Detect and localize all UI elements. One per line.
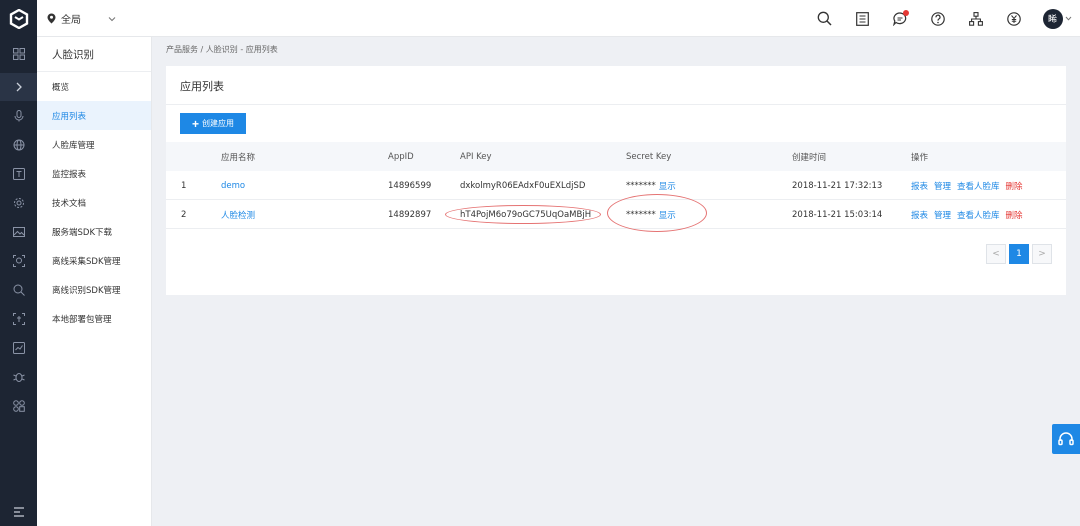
globe-icon[interactable]	[0, 131, 37, 159]
row-index: 2	[181, 209, 187, 220]
submenu-item-face-db[interactable]: 人脸库管理	[37, 130, 151, 159]
appid-value: 14896599	[388, 180, 432, 191]
gear-icon[interactable]	[0, 189, 37, 217]
headset-icon	[1058, 432, 1074, 446]
prev-page-button[interactable]: <	[986, 244, 1006, 264]
top-bar: 全局 睎	[37, 0, 1080, 37]
search-icon[interactable]	[814, 9, 834, 29]
submenu-item-local-deploy[interactable]: 本地部署包管理	[37, 304, 151, 333]
api-key-value: hT4PojM6o79oGC75UqOaMBjH	[460, 209, 592, 220]
icon-rail	[0, 0, 37, 526]
create-app-label: 创建应用	[202, 119, 234, 128]
chart-icon[interactable]	[0, 334, 37, 362]
operations-cell: 报表 管理 查看人脸库 删除	[911, 200, 1023, 229]
bug-icon[interactable]	[0, 363, 37, 391]
submenu-item-monitor-report[interactable]: 监控报表	[37, 159, 151, 188]
report-link[interactable]: 报表	[911, 180, 928, 192]
table-row: 2 人脸检测 14892897 hT4PojM6o79oGC75UqOaMBjH…	[166, 200, 1066, 229]
submenu-item-offline-capture-sdk[interactable]: 离线采集SDK管理	[37, 246, 151, 275]
app-name-link[interactable]: 人脸检测	[221, 200, 255, 229]
delete-link[interactable]: 删除	[1006, 209, 1023, 221]
app-list-card: 应用列表 + 创建应用 应用名称 AppID API Key Secret Ke…	[166, 66, 1066, 295]
api-key-value: dxkolmyR06EAdxF0uEXLdjSD	[460, 180, 586, 191]
body-scan-icon[interactable]	[0, 305, 37, 333]
show-secret-link[interactable]: 显示	[659, 180, 676, 192]
view-face-db-link[interactable]: 查看人脸库	[957, 209, 1000, 221]
manage-link[interactable]: 管理	[934, 209, 951, 221]
microphone-icon[interactable]	[0, 102, 37, 130]
secret-key-cell: ******* 显示	[626, 171, 676, 200]
view-face-db-link[interactable]: 查看人脸库	[957, 180, 1000, 192]
region-label: 全局	[61, 15, 81, 26]
operations-cell: 报表 管理 查看人脸库 删除	[911, 171, 1023, 200]
submenu-item-overview[interactable]: 概览	[37, 72, 151, 101]
avatar: 睎	[1042, 8, 1063, 29]
submenu-item-server-sdk[interactable]: 服务端SDK下载	[37, 217, 151, 246]
submenu-title: 人脸识别	[37, 37, 151, 72]
create-app-button[interactable]: + 创建应用	[180, 113, 246, 134]
grid-icon[interactable]	[0, 40, 37, 68]
message-icon[interactable]	[890, 9, 910, 29]
menu-toggle-icon[interactable]	[0, 498, 37, 526]
secret-key-mask: *******	[626, 209, 656, 220]
organization-icon[interactable]	[966, 9, 986, 29]
notification-dot	[903, 9, 909, 16]
created-time-value: 2018-11-21 17:32:13	[792, 180, 883, 191]
chevron-right-icon[interactable]	[0, 73, 37, 101]
show-secret-link[interactable]: 显示	[659, 209, 676, 221]
breadcrumb: 产品服务 / 人脸识别 - 应用列表	[166, 45, 278, 54]
row-index: 1	[181, 180, 187, 191]
next-page-button[interactable]: >	[1032, 244, 1052, 264]
location-pin-icon	[47, 13, 56, 24]
secret-key-mask: *******	[626, 180, 656, 191]
image-icon[interactable]	[0, 218, 37, 246]
manage-link[interactable]: 管理	[934, 180, 951, 192]
help-icon[interactable]	[928, 9, 948, 29]
header-app-name: 应用名称	[221, 152, 256, 163]
plus-icon: +	[191, 116, 199, 131]
search-face-icon[interactable]	[0, 276, 37, 304]
submenu-item-tech-docs[interactable]: 技术文档	[37, 188, 151, 217]
title-divider	[166, 104, 1066, 105]
report-link[interactable]: 报表	[911, 209, 928, 221]
chevron-down-icon	[1065, 16, 1071, 21]
product-submenu: 人脸识别 概览 应用列表 人脸库管理 监控报表 技术文档 服务端SDK下载 离线…	[37, 37, 152, 526]
page-title: 应用列表	[180, 80, 224, 93]
submenu-item-offline-recognition-sdk[interactable]: 离线识别SDK管理	[37, 275, 151, 304]
table-row: 1 demo 14896599 dxkolmyR06EAdxF0uEXLdjSD…	[166, 171, 1066, 200]
header-operations: 操作	[911, 152, 929, 163]
region-selector[interactable]: 全局	[47, 0, 116, 37]
support-headset-button[interactable]	[1052, 424, 1080, 454]
delete-link[interactable]: 删除	[1006, 180, 1023, 192]
user-menu[interactable]: 睎	[1042, 8, 1072, 29]
pagination: < 1 >	[986, 244, 1052, 264]
secret-key-cell: ******* 显示	[626, 200, 676, 229]
app-name-link[interactable]: demo	[221, 171, 245, 200]
header-appid: AppID	[388, 151, 414, 162]
header-created-time: 创建时间	[792, 152, 827, 163]
face-scan-icon[interactable]	[0, 247, 37, 275]
chevron-down-icon	[108, 16, 116, 21]
page-button-current[interactable]: 1	[1009, 244, 1029, 264]
apps-icon[interactable]	[0, 392, 37, 420]
document-icon[interactable]	[852, 9, 872, 29]
table-header: 应用名称 AppID API Key Secret Key 创建时间 操作	[166, 142, 1066, 171]
created-time-value: 2018-11-21 15:03:14	[792, 209, 883, 220]
header-secret-key: Secret Key	[626, 151, 672, 162]
appid-value: 14892897	[388, 209, 432, 220]
submenu-item-app-list[interactable]: 应用列表	[37, 101, 151, 130]
text-recognition-icon[interactable]	[0, 160, 37, 188]
header-api-key: API Key	[460, 151, 492, 162]
logo-icon[interactable]	[0, 0, 37, 37]
billing-icon[interactable]	[1004, 9, 1024, 29]
